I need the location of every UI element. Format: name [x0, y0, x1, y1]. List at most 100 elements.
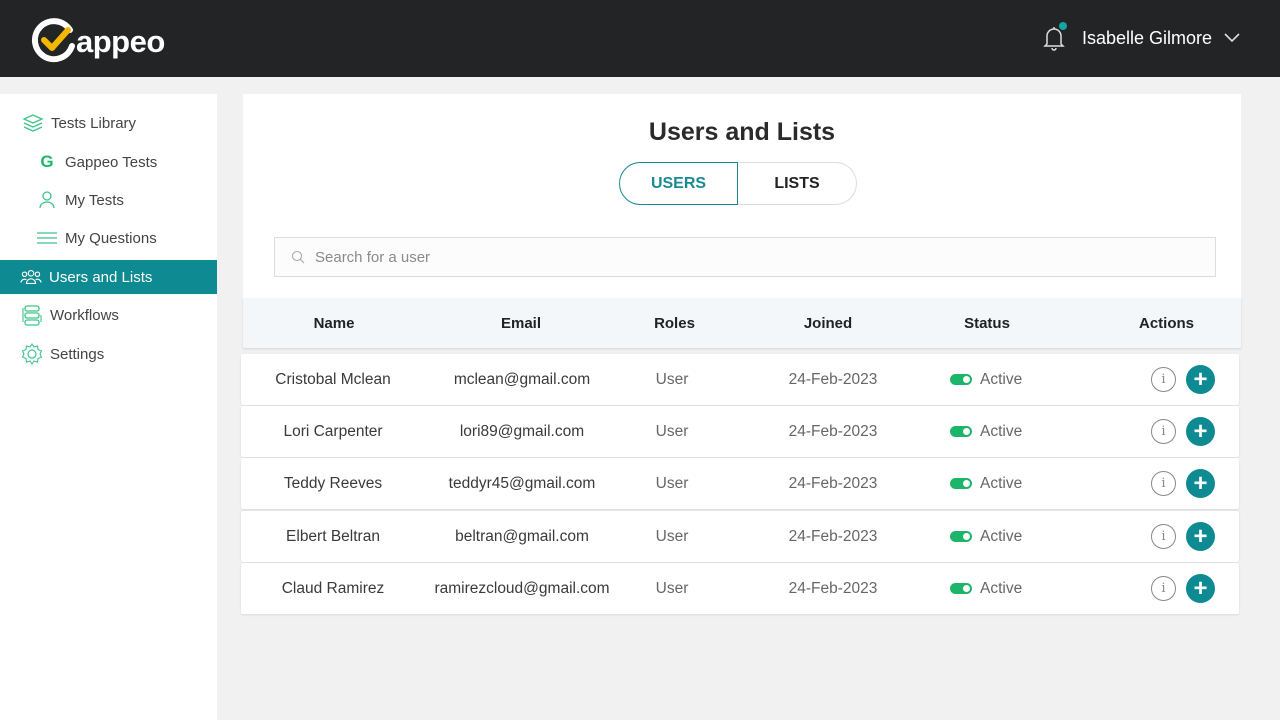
search-box — [274, 237, 1216, 277]
user-joined-cell: 24-Feb-2023 — [788, 422, 878, 440]
top-bar: appeo Isabelle Gilmore — [0, 0, 1280, 77]
add-button[interactable]: + — [1186, 365, 1215, 394]
notification-dot — [1058, 22, 1067, 30]
column-header-actions: Actions — [1138, 314, 1194, 332]
user-name-cell: Claud Ramirez — [281, 579, 385, 597]
user-email-cell: teddyr45@gmail.com — [448, 474, 596, 492]
sidebar-item-settings[interactable]: Settings — [0, 337, 217, 371]
status-label: Active — [980, 422, 1023, 440]
plus-icon: + — [1193, 574, 1208, 602]
status-label: Active — [980, 370, 1023, 388]
table-row[interactable]: Claud Ramirez ramirezcloud@gmail.com User 2… — [241, 563, 1239, 614]
brand-name: appeo — [76, 24, 165, 59]
user-joined-cell: 24-Feb-2023 — [788, 474, 878, 492]
user-email-cell: lori89@gmail.com — [459, 422, 585, 440]
add-button[interactable]: + — [1186, 522, 1215, 551]
column-header-status[interactable]: Status — [924, 298, 1050, 348]
gappeo-logo-icon — [31, 18, 75, 63]
user-email-cell: ramirezcloud@gmail.com — [434, 579, 610, 597]
column-header-roles[interactable]: Roles — [617, 298, 732, 348]
status-toggle[interactable] — [950, 426, 972, 437]
sidebar-item-my-tests[interactable]: My Tests — [0, 183, 217, 217]
users-icon — [20, 266, 42, 288]
status-toggle[interactable] — [950, 531, 972, 542]
status-toggle[interactable] — [950, 374, 972, 385]
user-joined-cell: 24-Feb-2023 — [788, 527, 878, 545]
page-title: Users and Lists — [648, 118, 836, 146]
info-icon: i — [1161, 476, 1166, 491]
main-panel: Users and Lists USERS LISTS — [243, 94, 1241, 298]
info-button[interactable]: i — [1151, 576, 1176, 601]
actions-cell: i + — [1151, 354, 1231, 405]
gear-icon — [21, 343, 43, 365]
user-icon — [36, 189, 58, 211]
actions-cell: i + — [1151, 511, 1231, 562]
notifications-button[interactable] — [1042, 22, 1067, 52]
user-name[interactable]: Isabelle Gilmore — [1082, 28, 1212, 49]
sidebar-item-label: Workflows — [50, 306, 119, 324]
add-button[interactable]: + — [1186, 417, 1215, 446]
user-role-cell: User — [655, 474, 689, 492]
lines-icon — [36, 227, 58, 249]
table-row[interactable]: Lori Carpenter lori89@gmail.com User 24-Feb… — [241, 406, 1239, 457]
info-icon: i — [1161, 372, 1166, 387]
status-toggle[interactable] — [950, 478, 972, 489]
sidebar-item-label: Gappeo Tests — [65, 153, 158, 171]
actions-cell: i + — [1151, 563, 1231, 614]
sidebar-item-gappeo-tests[interactable]: G Gappeo Tests — [0, 145, 217, 179]
search-icon — [291, 250, 305, 264]
column-header-email[interactable]: Email — [425, 298, 617, 348]
tab-lists[interactable]: LISTS — [738, 162, 857, 205]
workflow-icon — [21, 304, 43, 326]
table-row[interactable]: Teddy Reeves teddyr45@gmail.com User 24-Feb… — [241, 458, 1239, 509]
search-input[interactable] — [315, 248, 1195, 266]
add-button[interactable]: + — [1186, 469, 1215, 498]
user-name-cell: Teddy Reeves — [283, 474, 383, 492]
sidebar-item-label: My Tests — [65, 191, 124, 209]
plus-icon: + — [1193, 522, 1208, 550]
status-cell: Active — [941, 354, 1051, 405]
user-name-cell: Elbert Beltran — [286, 527, 380, 545]
plus-icon: + — [1193, 365, 1208, 393]
status-label: Active — [980, 474, 1023, 492]
table-row[interactable]: Elbert Beltran beltran@gmail.com User 24-Fe… — [241, 511, 1239, 562]
sidebar-item-users-and-lists[interactable]: Users and Lists — [0, 260, 217, 294]
tab-users[interactable]: USERS — [619, 162, 738, 205]
status-label: Active — [980, 527, 1023, 545]
plus-icon: + — [1193, 417, 1208, 445]
status-cell: Active — [941, 511, 1051, 562]
status-cell: Active — [941, 563, 1051, 614]
user-role-cell: User — [655, 422, 689, 440]
user-role-cell: User — [655, 579, 689, 597]
status-cell: Active — [941, 406, 1051, 457]
table-header: Name Email Roles Joined Status Actions — [243, 298, 1241, 348]
status-toggle[interactable] — [950, 583, 972, 594]
info-icon: i — [1161, 424, 1166, 439]
user-joined-cell: 24-Feb-2023 — [788, 370, 878, 388]
column-header-joined[interactable]: Joined — [732, 298, 924, 348]
sidebar-item-label: Settings — [50, 345, 105, 363]
view-tabs: USERS LISTS — [619, 162, 857, 205]
user-joined-cell: 24-Feb-2023 — [788, 579, 878, 597]
app-logo[interactable]: appeo — [30, 16, 165, 64]
info-button[interactable]: i — [1151, 524, 1176, 549]
sidebar-item-workflows[interactable]: Workflows — [0, 298, 217, 332]
sidebar-item-label: My Questions — [65, 229, 157, 247]
info-button[interactable]: i — [1151, 419, 1176, 444]
info-icon: i — [1161, 581, 1166, 596]
sidebar-item-tests-library[interactable]: Tests Library — [0, 106, 217, 140]
chevron-down-icon[interactable] — [1224, 33, 1240, 43]
info-button[interactable]: i — [1151, 471, 1176, 496]
actions-cell: i + — [1151, 406, 1231, 457]
plus-icon: + — [1193, 469, 1208, 497]
user-email-cell: mclean@gmail.com — [453, 370, 591, 388]
column-header-name[interactable]: Name — [243, 298, 425, 348]
actions-cell: i + — [1151, 458, 1231, 509]
add-button[interactable]: + — [1186, 574, 1215, 603]
info-button[interactable]: i — [1151, 367, 1176, 392]
table-row[interactable]: Cristobal Mclean mclean@gmail.com User 24-F… — [241, 354, 1239, 405]
user-name-cell: Lori Carpenter — [283, 422, 383, 440]
status-label: Active — [980, 579, 1023, 597]
sidebar-item-my-questions[interactable]: My Questions — [0, 221, 217, 255]
user-name-cell: Cristobal Mclean — [275, 370, 391, 388]
